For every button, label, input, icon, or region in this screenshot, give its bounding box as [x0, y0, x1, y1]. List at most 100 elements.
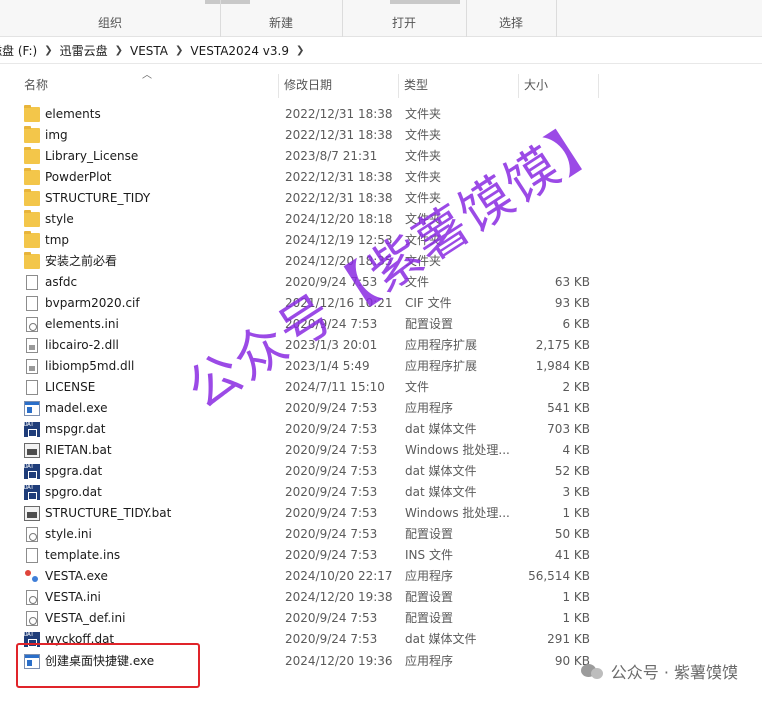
ini-icon — [26, 590, 38, 605]
file-size: 291 KB — [547, 632, 590, 646]
file-type: 文件夹 — [405, 107, 442, 121]
file-size: 41 KB — [554, 548, 590, 562]
file-row[interactable]: VESTA_def.ini 2020/9/24 7:53 配置设置 1 KB — [0, 608, 762, 629]
file-name: style — [45, 212, 74, 226]
column-divider[interactable] — [278, 74, 279, 98]
file-date: 2020/9/24 7:53 — [285, 611, 378, 625]
column-header-type[interactable]: 类型 — [400, 70, 518, 100]
file-type: dat 媒体文件 — [405, 422, 477, 436]
file-name: spgra.dat — [45, 464, 103, 478]
file-row[interactable]: STRUCTURE_TIDY.bat 2020/9/24 7:53 Windows … — [0, 503, 762, 524]
column-divider[interactable] — [598, 74, 599, 98]
ribbon-group-open: 打开 — [343, 0, 465, 37]
ribbon-group-label: 选择 — [498, 16, 523, 30]
chevron-right-icon[interactable]: ❯ — [115, 45, 123, 56]
file-date: 2024/10/20 22:17 — [285, 569, 393, 583]
file-row[interactable]: VESTA.ini 2024/12/20 19:38 配置设置 1 KB — [0, 587, 762, 608]
breadcrumb-item[interactable]: 迅雷云盘 — [60, 42, 108, 59]
file-icon — [26, 380, 38, 395]
column-header-name[interactable]: 名称 — [20, 70, 278, 100]
chevron-right-icon[interactable]: ❯ — [44, 45, 52, 56]
file-name: tmp — [45, 233, 70, 247]
file-date: 2020/9/24 7:53 — [285, 632, 378, 646]
file-row[interactable]: img 2022/12/31 18:38 文件夹 — [0, 125, 762, 146]
dat-icon — [24, 484, 40, 500]
file-date: 2024/7/11 15:10 — [285, 380, 385, 394]
file-row[interactable]: template.ins 2020/9/24 7:53 INS 文件 41 KB — [0, 545, 762, 566]
brand-text: 公众号 · 紫薯馍馍 — [610, 663, 738, 682]
file-name: bvparm2020.cif — [45, 296, 140, 310]
file-type: 应用程序扩展 — [405, 338, 478, 352]
file-size: 541 KB — [547, 401, 590, 415]
file-type: 应用程序 — [405, 569, 454, 583]
column-divider[interactable] — [398, 74, 399, 98]
chevron-right-icon[interactable]: ❯ — [296, 45, 304, 56]
dat-icon — [24, 421, 40, 437]
chevron-right-icon[interactable]: ❯ — [175, 45, 183, 56]
file-size: 3 KB — [562, 485, 590, 499]
file-size: 93 KB — [554, 296, 590, 310]
ribbon-group-new: 新建 — [221, 0, 341, 37]
file-type: INS 文件 — [405, 548, 453, 562]
file-date: 2022/12/31 18:38 — [285, 107, 393, 121]
file-row[interactable]: style.ini 2020/9/24 7:53 配置设置 50 KB — [0, 524, 762, 545]
file-row[interactable]: VESTA.exe 2024/10/20 22:17 应用程序 56,514 KB — [0, 566, 762, 587]
file-size: 2 KB — [562, 380, 590, 394]
column-divider[interactable] — [518, 74, 519, 98]
file-list: elements 2022/12/31 18:38 文件夹 img 2022/12/31… — [0, 104, 762, 672]
file-row[interactable]: LICENSE 2024/7/11 15:10 文件 2 KB — [0, 377, 762, 398]
file-type: 应用程序扩展 — [405, 359, 478, 373]
file-row[interactable]: mspgr.dat 2020/9/24 7:53 dat 媒体文件 703 KB — [0, 419, 762, 440]
ribbon-group-label: 新建 — [268, 16, 293, 30]
file-type: 应用程序 — [405, 654, 454, 668]
file-row[interactable]: spgra.dat 2020/9/24 7:53 dat 媒体文件 52 KB — [0, 461, 762, 482]
file-row[interactable]: libiomp5md.dll 2023/1/4 5:49 应用程序扩展 1,984 K… — [0, 356, 762, 377]
file-row[interactable]: libcairo-2.dll 2023/1/3 20:01 应用程序扩展 2,175 … — [0, 335, 762, 356]
file-date: 2022/12/31 18:38 — [285, 191, 393, 205]
exe-icon — [24, 401, 40, 416]
wechat-logo-icon — [580, 661, 605, 681]
file-row[interactable]: RIETAN.bat 2020/9/24 7:53 Windows 批处理... 4 … — [0, 440, 762, 461]
file-row[interactable]: elements.ini 2020/9/24 7:53 配置设置 6 KB — [0, 314, 762, 335]
column-header-size[interactable]: 大小 — [520, 70, 598, 100]
bat-icon — [24, 506, 40, 521]
file-date: 2022/12/31 18:38 — [285, 170, 393, 184]
file-row[interactable]: elements 2022/12/31 18:38 文件夹 — [0, 104, 762, 125]
breadcrumb-item[interactable]: 磁盘 (F:) — [0, 42, 37, 59]
file-name: style.ini — [45, 527, 92, 541]
file-row[interactable]: Library_License 2023/8/7 21:31 文件夹 — [0, 146, 762, 167]
bat-icon — [24, 443, 40, 458]
file-name: asfdc — [45, 275, 78, 289]
file-size: 1,984 KB — [535, 359, 590, 373]
folder-icon — [24, 105, 40, 122]
dll-icon — [26, 338, 38, 353]
file-row[interactable]: PowderPlot 2022/12/31 18:38 文件夹 — [0, 167, 762, 188]
ribbon-group-select: 选择 — [467, 0, 555, 37]
file-row[interactable]: spgro.dat 2020/9/24 7:53 dat 媒体文件 3 KB — [0, 482, 762, 503]
breadcrumb-item[interactable]: VESTA — [130, 44, 168, 58]
column-header-date[interactable]: 修改日期 — [280, 70, 398, 100]
file-date: 2024/12/20 19:38 — [285, 590, 393, 604]
folder-icon — [24, 252, 40, 269]
file-date: 2020/9/24 7:53 — [285, 527, 378, 541]
file-name: VESTA_def.ini — [45, 611, 126, 625]
folder-icon — [24, 210, 40, 227]
file-type: 配置设置 — [405, 527, 454, 541]
file-type: Windows 批处理... — [405, 443, 510, 457]
folder-icon — [24, 126, 40, 143]
file-icon — [26, 548, 38, 563]
file-size: 52 KB — [554, 464, 590, 478]
folder-icon — [24, 231, 40, 248]
breadcrumb-item[interactable]: VESTA2024 v3.9 — [190, 44, 289, 58]
file-row[interactable]: madel.exe 2020/9/24 7:53 应用程序 541 KB — [0, 398, 762, 419]
file-date: 2024/12/20 19:36 — [285, 654, 393, 668]
dll-icon — [26, 359, 38, 374]
file-name: PowderPlot — [45, 170, 112, 184]
file-name: elements — [45, 107, 101, 121]
file-row[interactable]: STRUCTURE_TIDY 2022/12/31 18:38 文件夹 — [0, 188, 762, 209]
dat-icon — [24, 463, 40, 479]
file-name: STRUCTURE_TIDY.bat — [45, 506, 172, 520]
file-date: 2020/9/24 7:53 — [285, 422, 378, 436]
file-type: 配置设置 — [405, 611, 454, 625]
file-name: VESTA.ini — [45, 590, 101, 604]
